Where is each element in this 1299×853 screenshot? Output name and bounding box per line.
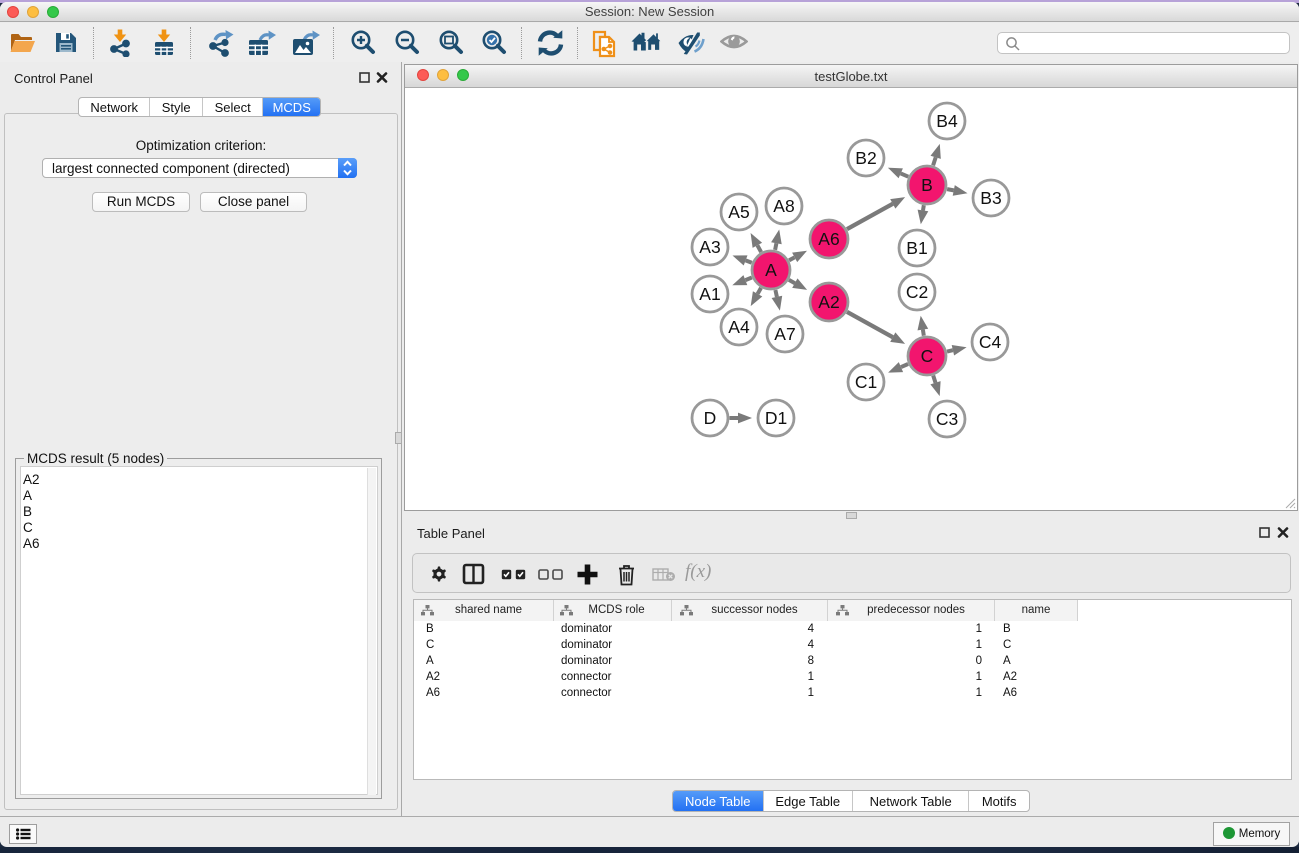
svg-text:A5: A5 (728, 202, 749, 222)
svg-text:A3: A3 (699, 237, 720, 257)
svg-text:A7: A7 (774, 324, 795, 344)
svg-text:A6: A6 (818, 229, 839, 249)
svg-text:B: B (921, 175, 933, 195)
svg-text:A1: A1 (699, 284, 720, 304)
svg-text:A: A (765, 260, 777, 280)
svg-text:D1: D1 (765, 408, 787, 428)
svg-text:C4: C4 (979, 332, 1002, 352)
svg-text:B3: B3 (980, 188, 1001, 208)
svg-text:B4: B4 (936, 111, 958, 131)
svg-text:B2: B2 (855, 148, 876, 168)
svg-text:C: C (921, 346, 934, 366)
svg-text:C3: C3 (936, 409, 958, 429)
svg-text:A2: A2 (818, 292, 839, 312)
svg-text:D: D (704, 408, 717, 428)
svg-text:C2: C2 (906, 282, 928, 302)
svg-text:C1: C1 (855, 372, 877, 392)
svg-text:A8: A8 (773, 196, 794, 216)
svg-text:A4: A4 (728, 317, 750, 337)
svg-text:B1: B1 (906, 238, 927, 258)
